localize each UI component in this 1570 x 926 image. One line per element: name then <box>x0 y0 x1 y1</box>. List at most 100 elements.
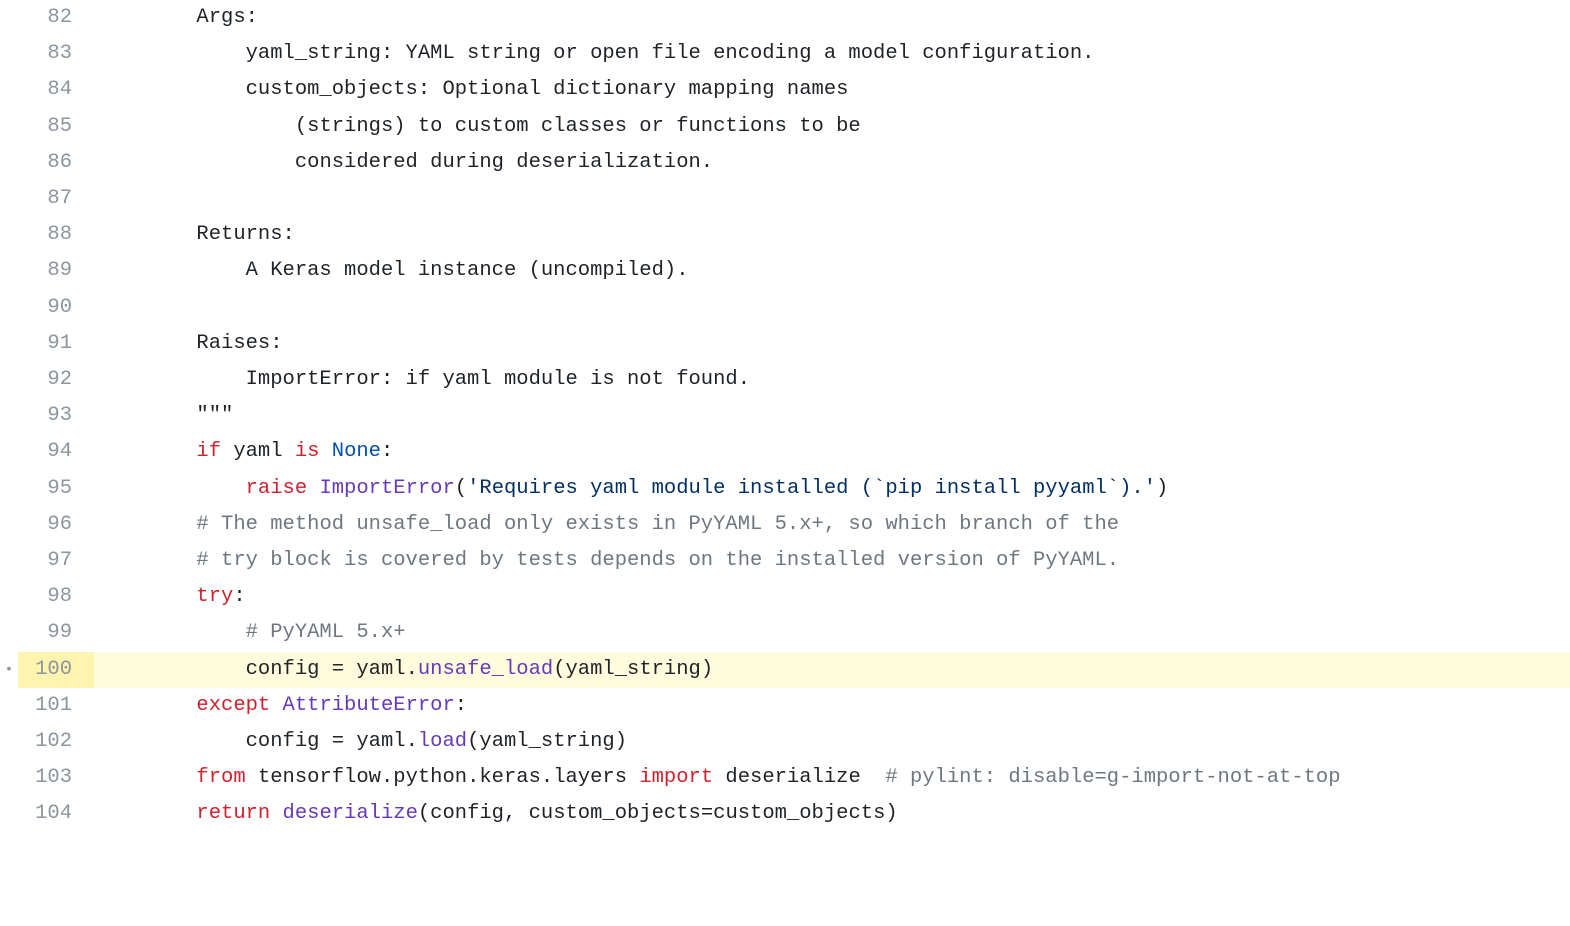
code-content: except AttributeError: <box>94 688 1570 724</box>
gutter-dot <box>0 760 18 796</box>
token-cmt: # PyYAML 5.x+ <box>246 621 406 644</box>
token-id: deserialize <box>713 766 885 789</box>
token-id: config <box>246 730 332 753</box>
code-line: 85 (strings) to custom classes or functi… <box>0 109 1570 145</box>
token-str: 'Requires yaml module installed (`pip in… <box>467 477 1156 500</box>
gutter-dot <box>0 688 18 724</box>
token-kw: raise <box>246 477 308 500</box>
token-doc: Returns: <box>196 223 294 246</box>
token-id: ( <box>455 477 467 500</box>
gutter-dot <box>0 362 18 398</box>
gutter-dot <box>0 181 18 217</box>
code-content: config = yaml.unsafe_load(yaml_string) <box>94 652 1570 688</box>
token-kw: is <box>295 440 320 463</box>
token-id: custom_objects <box>529 802 701 825</box>
code-line: 101 except AttributeError: <box>0 688 1570 724</box>
line-number: 100 <box>18 652 94 688</box>
token-kw: try <box>196 585 233 608</box>
gutter-dot <box>0 579 18 615</box>
token-fn: ImportError <box>319 477 454 500</box>
token-id: = <box>332 730 344 753</box>
token-doc: yaml_string: YAML string or open file en… <box>246 42 1095 65</box>
code-line: 94 if yaml is None: <box>0 434 1570 470</box>
gutter-dot <box>0 253 18 289</box>
line-number: 88 <box>18 217 94 253</box>
line-number: 97 <box>18 543 94 579</box>
token-doc: Args: <box>196 6 258 29</box>
gutter-dot <box>0 615 18 651</box>
gutter-dot <box>0 326 18 362</box>
token-doc: considered during deserialization. <box>295 151 713 174</box>
gutter-dot <box>0 543 18 579</box>
line-number: 82 <box>18 0 94 36</box>
token-kw: import <box>639 766 713 789</box>
gutter-dot <box>0 724 18 760</box>
token-doc: A Keras model instance (uncompiled). <box>246 259 689 282</box>
gutter-dot <box>0 434 18 470</box>
code-content: from tensorflow.python.keras.layers impo… <box>94 760 1570 796</box>
code-line: 88 Returns: <box>0 217 1570 253</box>
token-fn: load <box>418 730 467 753</box>
code-line: 99 # PyYAML 5.x+ <box>0 615 1570 651</box>
code-line: 95 raise ImportError('Requires yaml modu… <box>0 471 1570 507</box>
token-id <box>307 477 319 500</box>
code-content: A Keras model instance (uncompiled). <box>94 253 1570 289</box>
code-content: (strings) to custom classes or functions… <box>94 109 1570 145</box>
line-number: 99 <box>18 615 94 651</box>
line-number: 95 <box>18 471 94 507</box>
code-line: 93 """ <box>0 398 1570 434</box>
line-number: 90 <box>18 290 94 326</box>
code-line: 97 # try block is covered by tests depen… <box>0 543 1570 579</box>
code-content: raise ImportError('Requires yaml module … <box>94 471 1570 507</box>
token-id: tensorflow.python.keras.layers <box>246 766 640 789</box>
gutter-dot <box>0 796 18 832</box>
line-number: 83 <box>18 36 94 72</box>
token-id: config <box>246 658 332 681</box>
token-id: : <box>233 585 245 608</box>
token-kw: if <box>196 440 221 463</box>
line-number: 101 <box>18 688 94 724</box>
token-blue: None <box>332 440 381 463</box>
code-content: considered during deserialization. <box>94 145 1570 181</box>
code-content: Raises: <box>94 326 1570 362</box>
code-content: """ <box>94 398 1570 434</box>
line-number: 85 <box>18 109 94 145</box>
code-line: 87 <box>0 181 1570 217</box>
gutter-dot <box>0 217 18 253</box>
code-line: 98 try: <box>0 579 1570 615</box>
code-line: 89 A Keras model instance (uncompiled). <box>0 253 1570 289</box>
gutter-dot <box>0 398 18 434</box>
token-id: = <box>332 658 344 681</box>
token-id: yaml. <box>344 658 418 681</box>
token-kw: except <box>196 694 270 717</box>
token-id <box>270 802 282 825</box>
code-line: 86 considered during deserialization. <box>0 145 1570 181</box>
gutter-dot <box>0 290 18 326</box>
code-content: # try block is covered by tests depends … <box>94 543 1570 579</box>
line-number: 92 <box>18 362 94 398</box>
token-id <box>319 440 331 463</box>
token-doc: Raises: <box>196 332 282 355</box>
code-content <box>94 290 1570 326</box>
code-content: # The method unsafe_load only exists in … <box>94 507 1570 543</box>
gutter-dot <box>0 145 18 181</box>
gutter-dot: • <box>0 652 18 688</box>
line-number: 96 <box>18 507 94 543</box>
gutter-dot <box>0 109 18 145</box>
gutter-dot <box>0 0 18 36</box>
token-doc: """ <box>196 404 233 427</box>
code-content: # PyYAML 5.x+ <box>94 615 1570 651</box>
token-doc: ImportError: if yaml module is not found… <box>246 368 750 391</box>
code-line: 96 # The method unsafe_load only exists … <box>0 507 1570 543</box>
highlighted-code-line: •100 config = yaml.unsafe_load(yaml_stri… <box>0 652 1570 688</box>
token-kw: return <box>196 802 270 825</box>
token-fn: AttributeError <box>283 694 455 717</box>
line-number: 98 <box>18 579 94 615</box>
code-line: 102 config = yaml.load(yaml_string) <box>0 724 1570 760</box>
token-id: (config, <box>418 802 529 825</box>
code-content: try: <box>94 579 1570 615</box>
code-line: 82 Args: <box>0 0 1570 36</box>
code-content <box>94 181 1570 217</box>
token-id: (yaml_string) <box>553 658 713 681</box>
code-content: return deserialize(config, custom_object… <box>94 796 1570 832</box>
